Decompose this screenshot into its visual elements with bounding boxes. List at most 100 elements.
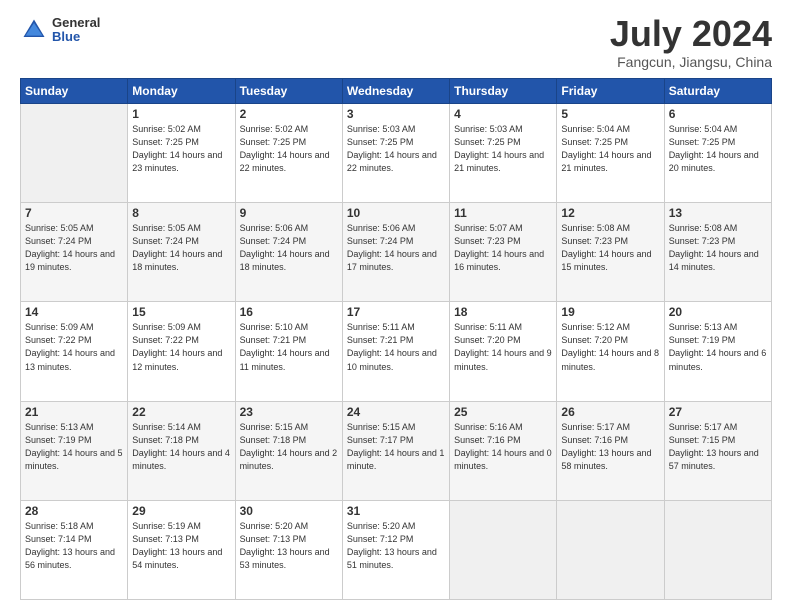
day-cell: 12 Sunrise: 5:08 AM Sunset: 7:23 PM Dayli… (557, 203, 664, 302)
day-headers-row: SundayMondayTuesdayWednesdayThursdayFrid… (21, 79, 772, 104)
day-info: Sunrise: 5:17 AM Sunset: 7:15 PM Dayligh… (669, 421, 767, 473)
day-cell: 16 Sunrise: 5:10 AM Sunset: 7:21 PM Dayli… (235, 302, 342, 401)
day-cell: 27 Sunrise: 5:17 AM Sunset: 7:15 PM Dayli… (664, 401, 771, 500)
day-cell (450, 500, 557, 599)
day-info: Sunrise: 5:14 AM Sunset: 7:18 PM Dayligh… (132, 421, 230, 473)
day-info: Sunrise: 5:10 AM Sunset: 7:21 PM Dayligh… (240, 321, 338, 373)
day-number: 3 (347, 107, 445, 121)
day-number: 20 (669, 305, 767, 319)
day-number: 27 (669, 405, 767, 419)
day-cell: 31 Sunrise: 5:20 AM Sunset: 7:12 PM Dayli… (342, 500, 449, 599)
day-number: 6 (669, 107, 767, 121)
day-info: Sunrise: 5:08 AM Sunset: 7:23 PM Dayligh… (561, 222, 659, 274)
day-number: 7 (25, 206, 123, 220)
day-cell: 1Sunrise: 5:02 AM Sunset: 7:25 PM Daylig… (128, 104, 235, 203)
page: General Blue July 2024 Fangcun, Jiangsu,… (0, 0, 792, 612)
day-info: Sunrise: 5:20 AM Sunset: 7:12 PM Dayligh… (347, 520, 445, 572)
day-info: Sunrise: 5:05 AM Sunset: 7:24 PM Dayligh… (132, 222, 230, 274)
day-number: 15 (132, 305, 230, 319)
day-number: 14 (25, 305, 123, 319)
week-row-1: 1Sunrise: 5:02 AM Sunset: 7:25 PM Daylig… (21, 104, 772, 203)
day-info: Sunrise: 5:16 AM Sunset: 7:16 PM Dayligh… (454, 421, 552, 473)
day-cell: 17Sunrise: 5:11 AM Sunset: 7:21 PM Dayli… (342, 302, 449, 401)
day-number: 23 (240, 405, 338, 419)
day-number: 5 (561, 107, 659, 121)
day-cell: 3Sunrise: 5:03 AM Sunset: 7:25 PM Daylig… (342, 104, 449, 203)
day-number: 24 (347, 405, 445, 419)
day-number: 31 (347, 504, 445, 518)
logo-text: General Blue (52, 16, 100, 45)
day-header-saturday: Saturday (664, 79, 771, 104)
day-cell: 2Sunrise: 5:02 AM Sunset: 7:25 PM Daylig… (235, 104, 342, 203)
day-number: 16 (240, 305, 338, 319)
day-info: Sunrise: 5:06 AM Sunset: 7:24 PM Dayligh… (240, 222, 338, 274)
week-row-2: 7 Sunrise: 5:05 AM Sunset: 7:24 PM Daylig… (21, 203, 772, 302)
week-row-5: 28 Sunrise: 5:18 AM Sunset: 7:14 PM Dayli… (21, 500, 772, 599)
day-cell: 8 Sunrise: 5:05 AM Sunset: 7:24 PM Daylig… (128, 203, 235, 302)
day-info: Sunrise: 5:13 AM Sunset: 7:19 PM Dayligh… (669, 321, 767, 373)
logo-icon (20, 16, 48, 44)
title-area: July 2024 Fangcun, Jiangsu, China (610, 16, 772, 70)
day-cell: 11Sunrise: 5:07 AM Sunset: 7:23 PM Dayli… (450, 203, 557, 302)
day-info: Sunrise: 5:09 AM Sunset: 7:22 PM Dayligh… (132, 321, 230, 373)
day-cell: 4Sunrise: 5:03 AM Sunset: 7:25 PM Daylig… (450, 104, 557, 203)
day-number: 28 (25, 504, 123, 518)
day-info: Sunrise: 5:18 AM Sunset: 7:14 PM Dayligh… (25, 520, 123, 572)
day-number: 1 (132, 107, 230, 121)
day-cell: 9Sunrise: 5:06 AM Sunset: 7:24 PM Daylig… (235, 203, 342, 302)
day-number: 18 (454, 305, 552, 319)
day-cell: 6 Sunrise: 5:04 AM Sunset: 7:25 PM Daylig… (664, 104, 771, 203)
day-info: Sunrise: 5:09 AM Sunset: 7:22 PM Dayligh… (25, 321, 123, 373)
header: General Blue July 2024 Fangcun, Jiangsu,… (20, 16, 772, 70)
logo-general: General (52, 16, 100, 30)
day-number: 21 (25, 405, 123, 419)
day-number: 22 (132, 405, 230, 419)
day-info: Sunrise: 5:20 AM Sunset: 7:13 PM Dayligh… (240, 520, 338, 572)
day-cell (557, 500, 664, 599)
week-row-3: 14 Sunrise: 5:09 AM Sunset: 7:22 PM Dayli… (21, 302, 772, 401)
day-cell: 26 Sunrise: 5:17 AM Sunset: 7:16 PM Dayli… (557, 401, 664, 500)
day-cell: 7 Sunrise: 5:05 AM Sunset: 7:24 PM Daylig… (21, 203, 128, 302)
day-info: Sunrise: 5:03 AM Sunset: 7:25 PM Dayligh… (454, 123, 552, 175)
day-info: Sunrise: 5:11 AM Sunset: 7:20 PM Dayligh… (454, 321, 552, 373)
day-cell: 28 Sunrise: 5:18 AM Sunset: 7:14 PM Dayli… (21, 500, 128, 599)
day-info: Sunrise: 5:08 AM Sunset: 7:23 PM Dayligh… (669, 222, 767, 274)
day-info: Sunrise: 5:19 AM Sunset: 7:13 PM Dayligh… (132, 520, 230, 572)
day-cell: 15 Sunrise: 5:09 AM Sunset: 7:22 PM Dayli… (128, 302, 235, 401)
day-number: 19 (561, 305, 659, 319)
logo-blue: Blue (52, 30, 100, 44)
day-cell: 13 Sunrise: 5:08 AM Sunset: 7:23 PM Dayli… (664, 203, 771, 302)
day-cell: 25Sunrise: 5:16 AM Sunset: 7:16 PM Dayli… (450, 401, 557, 500)
day-info: Sunrise: 5:15 AM Sunset: 7:17 PM Dayligh… (347, 421, 445, 473)
day-cell: 18 Sunrise: 5:11 AM Sunset: 7:20 PM Dayli… (450, 302, 557, 401)
day-cell: 5 Sunrise: 5:04 AM Sunset: 7:25 PM Daylig… (557, 104, 664, 203)
day-info: Sunrise: 5:15 AM Sunset: 7:18 PM Dayligh… (240, 421, 338, 473)
day-number: 26 (561, 405, 659, 419)
day-info: Sunrise: 5:04 AM Sunset: 7:25 PM Dayligh… (669, 123, 767, 175)
day-cell: 24 Sunrise: 5:15 AM Sunset: 7:17 PM Dayli… (342, 401, 449, 500)
day-number: 12 (561, 206, 659, 220)
day-header-thursday: Thursday (450, 79, 557, 104)
day-cell: 22 Sunrise: 5:14 AM Sunset: 7:18 PM Dayli… (128, 401, 235, 500)
day-info: Sunrise: 5:13 AM Sunset: 7:19 PM Dayligh… (25, 421, 123, 473)
logo: General Blue (20, 16, 100, 45)
day-header-wednesday: Wednesday (342, 79, 449, 104)
day-number: 13 (669, 206, 767, 220)
day-info: Sunrise: 5:06 AM Sunset: 7:24 PM Dayligh… (347, 222, 445, 274)
day-cell (21, 104, 128, 203)
location: Fangcun, Jiangsu, China (610, 54, 772, 70)
day-cell: 30Sunrise: 5:20 AM Sunset: 7:13 PM Dayli… (235, 500, 342, 599)
day-info: Sunrise: 5:12 AM Sunset: 7:20 PM Dayligh… (561, 321, 659, 373)
day-number: 2 (240, 107, 338, 121)
day-info: Sunrise: 5:11 AM Sunset: 7:21 PM Dayligh… (347, 321, 445, 373)
day-number: 11 (454, 206, 552, 220)
day-info: Sunrise: 5:04 AM Sunset: 7:25 PM Dayligh… (561, 123, 659, 175)
day-info: Sunrise: 5:17 AM Sunset: 7:16 PM Dayligh… (561, 421, 659, 473)
month-title: July 2024 (610, 16, 772, 52)
day-header-tuesday: Tuesday (235, 79, 342, 104)
day-cell: 10Sunrise: 5:06 AM Sunset: 7:24 PM Dayli… (342, 203, 449, 302)
day-number: 8 (132, 206, 230, 220)
day-cell: 20 Sunrise: 5:13 AM Sunset: 7:19 PM Dayli… (664, 302, 771, 401)
calendar-table: SundayMondayTuesdayWednesdayThursdayFrid… (20, 78, 772, 600)
day-info: Sunrise: 5:05 AM Sunset: 7:24 PM Dayligh… (25, 222, 123, 274)
